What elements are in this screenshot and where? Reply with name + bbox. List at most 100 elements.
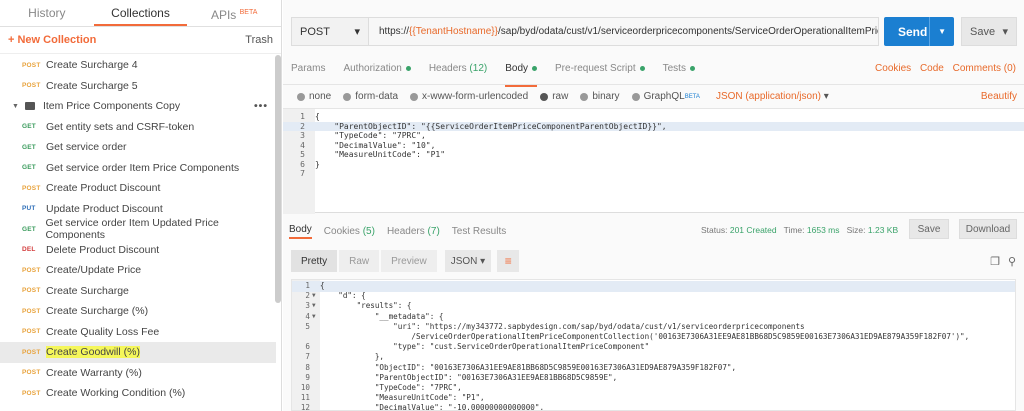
tab-prerequest[interactable]: Pre-request Script [555,63,645,81]
radio-none[interactable]: none [297,91,331,102]
cookies-link[interactable]: Cookies [875,63,911,74]
sidebar-scrollbar[interactable] [275,55,281,303]
request-item[interactable]: POST Create Surcharge (%) [0,301,276,322]
request-item[interactable]: POST Create Surcharge [0,281,276,302]
request-item[interactable]: GET Get service order Item Price Componen… [0,158,276,179]
method-badge: POST [22,348,41,356]
request-item[interactable]: POST Create Warranty (%) [0,363,276,384]
trash-button[interactable]: Trash [245,34,273,46]
request-label: Create Surcharge 4 [46,59,138,72]
radio-form-data[interactable]: form-data [343,91,398,102]
send-dropdown-icon[interactable]: ▼ [929,17,946,46]
fold-icon[interactable]: ▼ [312,301,320,312]
folder-item[interactable]: ▼ Item Price Components Copy ••• [0,96,276,117]
request-item[interactable]: POST Create Product Discount [0,178,276,199]
format-select[interactable]: JSON ▾ [444,250,492,272]
method-badge: GET [22,164,36,172]
beautify-button[interactable]: Beautify [981,91,1017,102]
tab-apis[interactable]: APIs BETA [187,0,281,26]
folder-icon [24,102,35,111]
url-path: /sap/byd/odata/cust/v1/serviceorderprice… [497,26,878,37]
request-panel: POST ▾ https://{{TenantHostname}}/sap/by… [283,0,1024,411]
code-text: "__metadata": { [320,311,444,321]
resp-tab-test-results[interactable]: Test Results [452,226,506,237]
request-item[interactable]: PUT Update Product Discount [0,199,276,220]
new-collection-button[interactable]: + New Collection [8,34,96,46]
request-item[interactable]: DEL Delete Product Discount [0,240,276,261]
preview-button[interactable]: Preview [381,250,437,272]
request-item[interactable]: GET Get service order [0,137,276,158]
pretty-button[interactable]: Pretty [291,250,338,272]
more-options-icon[interactable]: ••• [254,100,268,112]
content-type-select[interactable]: JSON (application/json) ▾ [716,91,829,102]
request-label: Create Surcharge 5 [46,79,138,92]
radio-graphql-label: GraphQL [643,91,685,102]
code-text: /ServiceOrderOperationalItemPriceCompone… [320,332,970,341]
resp-headers-count: (7) [427,225,440,237]
code-text: "TypeCode": "7PRC", [320,383,462,392]
download-button[interactable]: Download [959,219,1017,239]
comments-link[interactable]: Comments (0) [953,63,1016,74]
tab-authorization[interactable]: Authorization [343,63,411,81]
tab-body[interactable]: Body [505,63,538,87]
response-line: 5 "uri": "https://my343772.sapbydesign.c… [292,322,1015,333]
radio-urlencoded[interactable]: x-www-form-urlencoded [410,91,528,102]
request-item[interactable]: POST Create Quality Loss Fee [0,322,276,343]
save-button[interactable]: Save ▾ [961,17,1017,46]
line-number: 9 [305,372,310,382]
code-text: { [315,112,320,121]
response-body[interactable]: 1{2 ▼ "d": {3 ▼ "results": {4 ▼ "__metadata… [291,279,1016,411]
resp-tab-body[interactable]: Body [289,224,312,239]
request-label: Get service order Item Price Components [46,161,240,174]
raw-button[interactable]: Raw [339,250,380,272]
line-number: 10 [300,383,310,392]
code-text: }, [320,352,385,362]
fold-icon[interactable]: ▼ [312,312,320,323]
tab-collections-label: Collections [111,6,170,20]
fold-icon[interactable]: ▼ [312,291,320,302]
line-number: 12 [300,403,310,411]
radio-raw[interactable]: raw [540,91,568,102]
tab-history[interactable]: History [0,0,94,26]
method-badge: POST [22,307,41,315]
code-text: "ParentObjectID": "{{ServiceOrderItemPri… [315,121,667,131]
request-body-editor[interactable]: 1{2 "ParentObjectID": "{{ServiceOrderIte… [283,108,1024,214]
resp-tab-cookies[interactable]: Cookies (5) [324,226,375,237]
response-line: 11 "MeasureUnitCode": "P1", [292,393,1015,404]
send-button[interactable]: Send ▼ [884,17,954,46]
method-select[interactable]: POST ▾ [291,17,369,46]
method-badge: PUT [22,205,36,213]
chevron-down-icon[interactable]: ▼ [12,103,19,110]
tab-headers[interactable]: Headers (12) [429,63,487,81]
code-link[interactable]: Code [920,63,944,74]
status-label: Status: [701,225,728,235]
resp-tab-headers[interactable]: Headers (7) [387,226,440,237]
search-icon[interactable]: ⚲ [1008,255,1016,268]
request-item[interactable]: POST Create/Update Price [0,260,276,281]
request-item[interactable]: POST Create Goodwill (%) [0,342,276,363]
wrap-lines-icon[interactable]: ≡ [497,250,520,272]
request-item[interactable]: POST Create Working Condition (%) [0,383,276,404]
radio-binary[interactable]: binary [580,91,620,102]
request-label: Create Quality Loss Fee [46,325,160,338]
copy-icon[interactable]: ❐ [990,255,1000,268]
radio-raw-label: raw [552,91,569,102]
send-label: Send [898,24,928,39]
url-input[interactable]: https://{{TenantHostname}}/sap/byd/odata… [369,17,879,46]
line-number [292,332,312,343]
response-save-button[interactable]: Save [909,219,949,239]
response-status: Status: 201 Created Time: 1653 ms Size: … [701,225,898,235]
code-text: "type": "cust.ServiceOrderOperationalIte… [320,342,650,352]
divider [283,84,1024,85]
radio-graphql[interactable]: GraphQL BETA [631,91,700,102]
size-value: 1.23 KB [867,225,899,235]
tab-tests[interactable]: Tests [663,63,695,81]
tab-tests-label: Tests [662,63,686,74]
request-item[interactable]: GET Get service order Item Updated Price … [0,217,276,241]
request-item[interactable]: POST Create Surcharge 4 [0,55,276,76]
request-item[interactable]: POST Create Surcharge 5 [0,76,276,97]
tab-collections[interactable]: Collections [93,0,188,26]
tab-apis-label: APIs [210,8,237,22]
request-item[interactable]: GET Get entity sets and CSRF-token [0,117,276,138]
tab-params[interactable]: Params [291,63,325,81]
